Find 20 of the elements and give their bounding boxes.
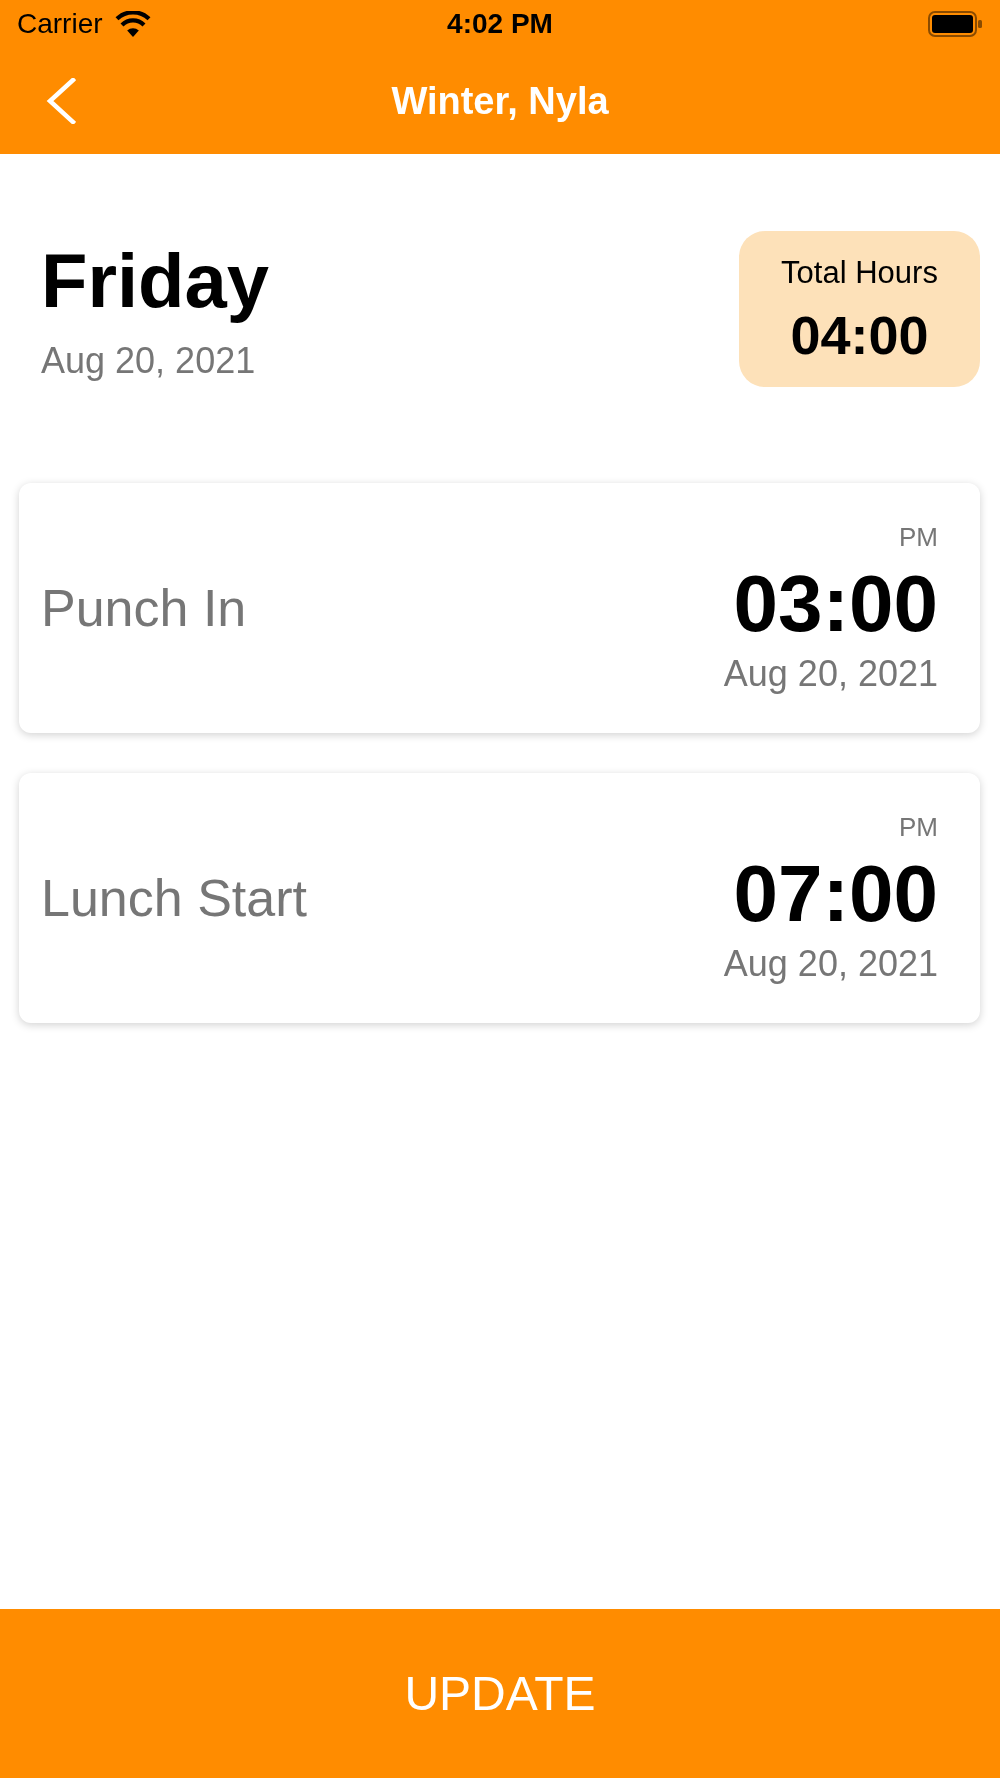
- carrier-name: Carrier: [17, 10, 103, 38]
- status-time: 4:02 PM: [447, 10, 553, 38]
- entry-card[interactable]: Lunch Start PM 07:00 Aug 20, 2021: [19, 773, 980, 1023]
- entry-label: Lunch Start: [41, 872, 307, 924]
- chevron-left-icon: [46, 78, 76, 124]
- entry-date: Aug 20, 2021: [723, 656, 938, 692]
- battery-icon: [928, 11, 982, 37]
- wifi-icon: [114, 10, 151, 38]
- header-title: Winter, Nyla: [391, 82, 609, 120]
- entry-date: Aug 20, 2021: [723, 946, 938, 982]
- entry-label: Punch In: [41, 582, 247, 634]
- entry-time: 03:00: [733, 564, 938, 644]
- entry-card[interactable]: Punch In PM 03:00 Aug 20, 2021: [19, 483, 980, 733]
- time-period: PM: [899, 814, 938, 840]
- total-hours-label: Total Hours: [781, 256, 938, 288]
- entry-time: 07:00: [733, 854, 938, 934]
- total-hours-value: 04:00: [790, 307, 929, 362]
- day-date: Aug 20, 2021: [41, 343, 257, 379]
- time-period: PM: [899, 524, 938, 550]
- back-button[interactable]: [46, 78, 76, 124]
